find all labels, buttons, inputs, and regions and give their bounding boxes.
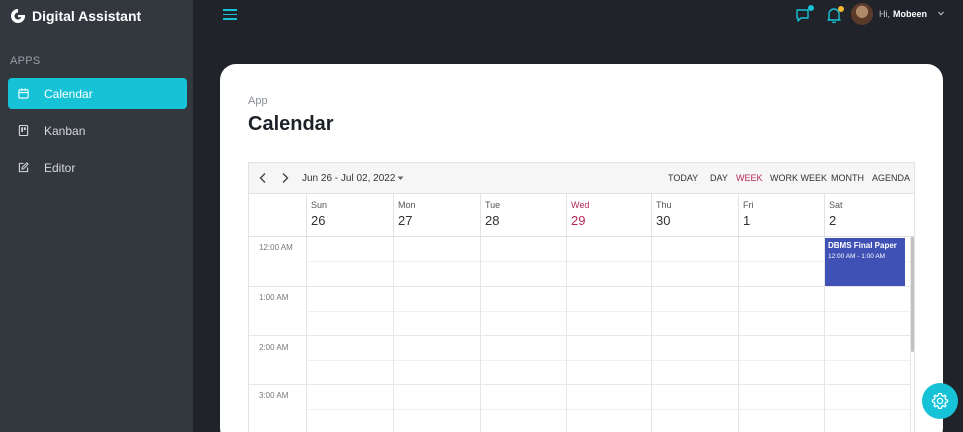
sidebar-item-kanban[interactable]: Kanban	[8, 115, 187, 146]
day-header[interactable]: Thu 30	[651, 194, 738, 237]
view-month-button[interactable]: MONTH	[831, 173, 864, 183]
day-header[interactable]: Sun 26	[306, 194, 393, 237]
breadcrumb: App	[248, 95, 268, 107]
event-time: 12:00 AM - 1:00 AM	[828, 253, 886, 260]
calendar-toolbar: Jun 26 - Jul 02, 2022 TODAY DAY WEEK WOR…	[249, 163, 914, 194]
chevron-down-icon[interactable]	[938, 11, 944, 16]
time-label: 1:00 AM	[259, 293, 289, 302]
time-label: 2:00 AM	[259, 343, 289, 352]
main-card: App Calendar Jun 26 - Jul 02, 2022 TODAY…	[220, 64, 943, 432]
day-number: 27	[398, 213, 413, 228]
day-header[interactable]: Fri 1	[738, 194, 824, 237]
day-number: 30	[656, 213, 671, 228]
avatar[interactable]	[851, 3, 873, 25]
day-header[interactable]: Tue 28	[480, 194, 566, 237]
edit-icon	[18, 162, 29, 173]
day-number: 29	[571, 213, 586, 228]
time-grid[interactable]: 12:00 AM 1:00 AM 2:00 AM 3:00 AM DBMS Fi…	[249, 237, 914, 432]
day-header-row: Sun 26 Mon 27 Tue 28 Wed 29 Thu 30 Fri 1	[249, 194, 914, 237]
sidebar-item-label: Calendar	[44, 86, 93, 101]
menu-toggle-icon[interactable]	[223, 9, 237, 21]
day-name: Sun	[311, 200, 328, 210]
day-header[interactable]: Sat 2	[824, 194, 911, 237]
view-work-week-button[interactable]: WORK WEEK	[770, 173, 827, 183]
chevron-right-icon[interactable]	[279, 172, 291, 184]
chevron-left-icon[interactable]	[257, 172, 269, 184]
day-name: Thu	[656, 200, 672, 210]
sidebar: Digital Assistant APPS Calendar Kanban E…	[0, 0, 193, 432]
app-title: Digital Assistant	[32, 8, 142, 24]
day-name: Wed	[571, 200, 590, 210]
today-button[interactable]: TODAY	[668, 173, 698, 183]
calendar: Jun 26 - Jul 02, 2022 TODAY DAY WEEK WOR…	[248, 162, 915, 432]
day-number: 2	[829, 213, 837, 228]
page-title: Calendar	[248, 113, 334, 135]
calendar-icon	[18, 88, 29, 99]
sidebar-item-editor[interactable]: Editor	[8, 152, 187, 183]
user-greeting[interactable]: Hi, Mobeen	[879, 9, 927, 19]
day-name: Tue	[485, 200, 501, 210]
chat-notification-dot	[808, 5, 814, 11]
brand-logo-icon	[11, 9, 25, 23]
view-agenda-button[interactable]: AGENDA	[872, 173, 910, 183]
brand[interactable]: Digital Assistant	[10, 7, 141, 25]
day-name: Mon	[398, 200, 416, 210]
day-number: 1	[743, 213, 751, 228]
chevron-down-icon[interactable]	[397, 176, 404, 181]
day-name: Sat	[829, 200, 843, 210]
gear-icon	[931, 392, 949, 409]
sidebar-section-label: APPS	[10, 55, 41, 67]
sidebar-item-label: Kanban	[44, 123, 86, 138]
view-week-button[interactable]: WEEK	[736, 173, 763, 183]
day-name: Fri	[743, 200, 754, 210]
view-day-button[interactable]: DAY	[710, 173, 728, 183]
sidebar-item-calendar[interactable]: Calendar	[8, 78, 187, 109]
user-name: Mobeen	[893, 9, 928, 19]
day-number: 26	[311, 213, 326, 228]
event-title: DBMS Final Paper	[828, 241, 897, 250]
day-number: 28	[485, 213, 500, 228]
greeting-text: Hi,	[879, 9, 890, 19]
date-range[interactable]: Jun 26 - Jul 02, 2022	[302, 173, 395, 184]
scrollbar[interactable]	[911, 237, 914, 352]
settings-button[interactable]	[922, 383, 958, 419]
time-label: 3:00 AM	[259, 391, 289, 400]
kanban-icon	[18, 125, 29, 136]
sidebar-item-label: Editor	[44, 160, 76, 175]
time-label: 12:00 AM	[259, 243, 293, 252]
bell-notification-dot	[838, 6, 844, 12]
day-header[interactable]: Mon 27	[393, 194, 480, 237]
calendar-event[interactable]: DBMS Final Paper 12:00 AM - 1:00 AM	[825, 238, 905, 286]
day-header-today[interactable]: Wed 29	[566, 194, 651, 237]
